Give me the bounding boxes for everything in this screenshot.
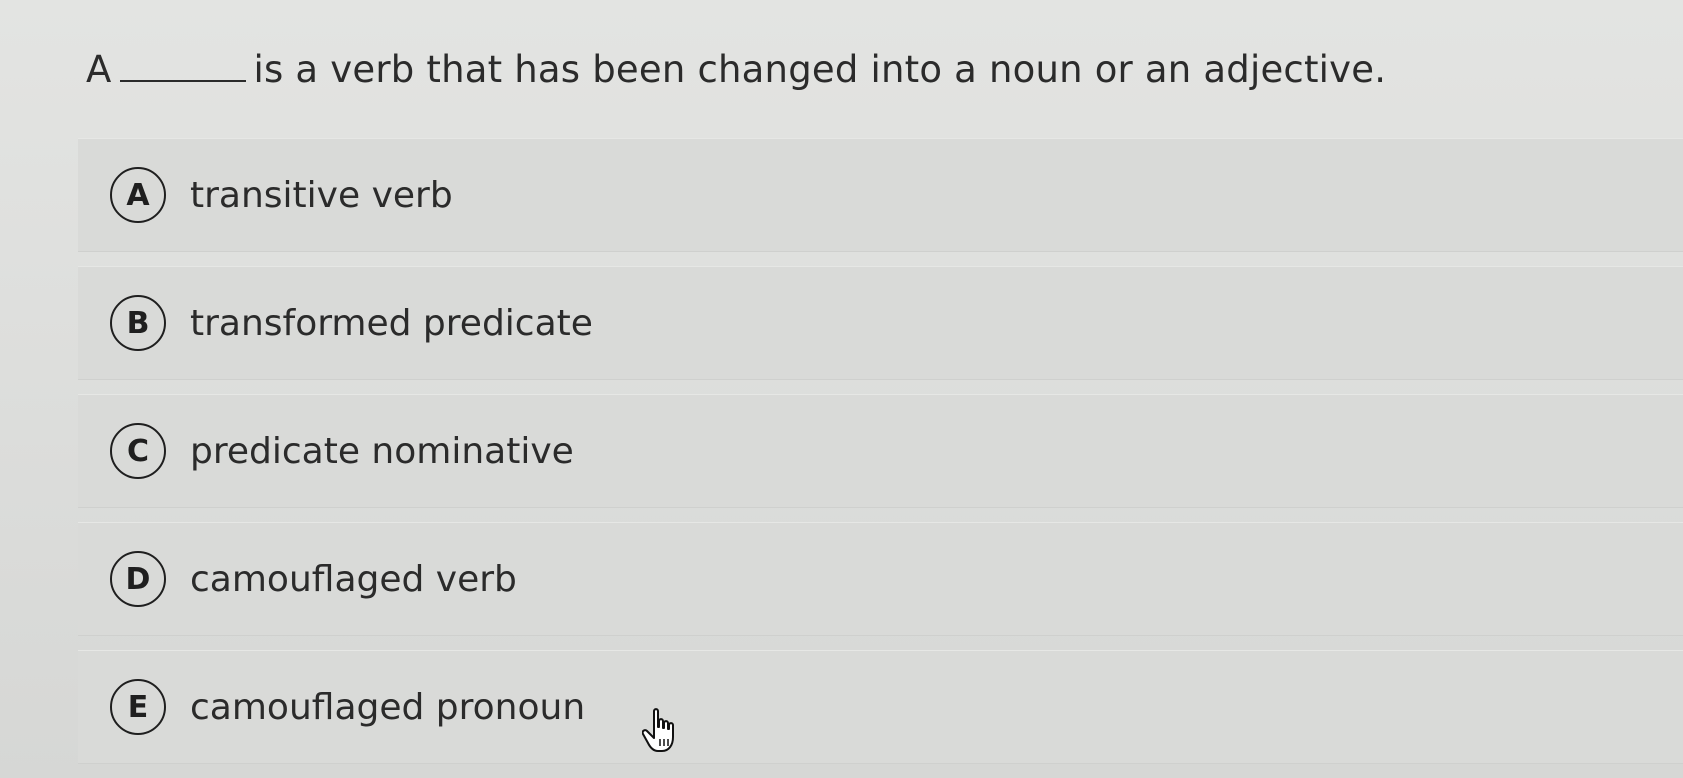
question-prefix: A (86, 48, 112, 91)
option-a[interactable]: A transitive verb (78, 138, 1683, 252)
option-c[interactable]: C predicate nominative (78, 394, 1683, 508)
option-d-text: camouflaged verb (190, 558, 517, 600)
hand-pointer-icon (642, 708, 674, 752)
option-b-letter: B (110, 295, 166, 351)
option-e-letter: E (110, 679, 166, 735)
option-d[interactable]: D camouflaged verb (78, 522, 1683, 636)
option-b[interactable]: B transformed predicate (78, 266, 1683, 380)
option-a-text: transitive verb (190, 174, 453, 216)
option-e[interactable]: E camouflaged pronoun (78, 650, 1683, 764)
question-suffix: is a verb that has been changed into a n… (253, 48, 1387, 91)
question-text: Ais a verb that has been changed into a … (86, 48, 1386, 91)
option-d-letter: D (110, 551, 166, 607)
option-c-text: predicate nominative (190, 430, 574, 472)
option-e-text: camouflaged pronoun (190, 686, 586, 728)
option-b-text: transformed predicate (190, 302, 593, 344)
option-c-letter: C (110, 423, 166, 479)
answer-options: A transitive verb B transformed predicat… (78, 138, 1683, 778)
answer-blank (119, 50, 246, 82)
option-a-letter: A (110, 167, 166, 223)
